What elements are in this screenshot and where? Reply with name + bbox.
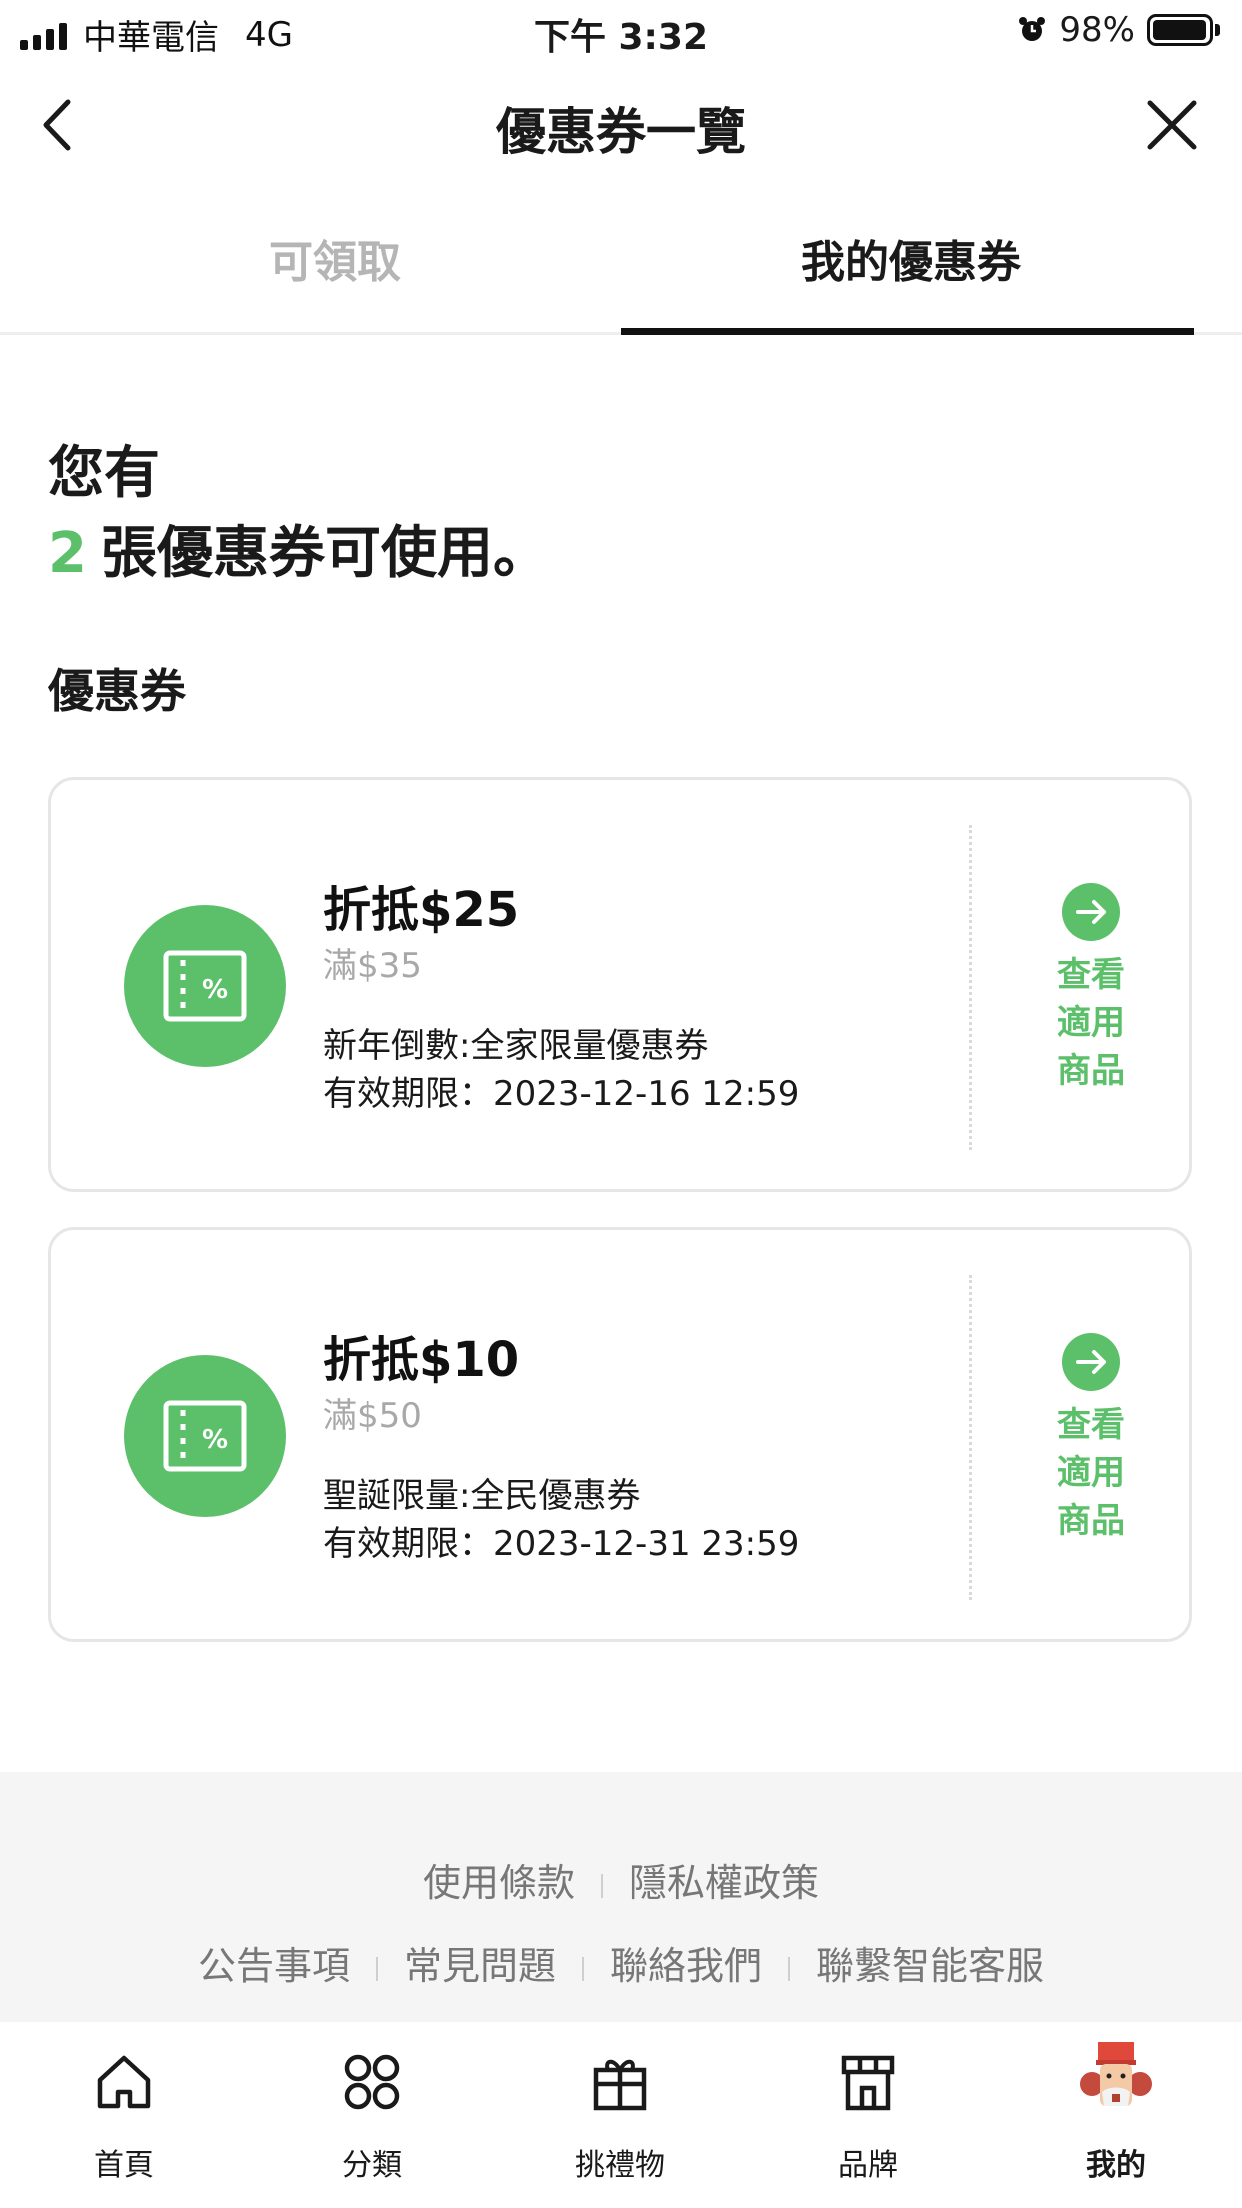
battery-percent: 98% — [1059, 10, 1135, 50]
coupon-min-spend: 滿$50 — [323, 1396, 422, 1436]
gift-icon[interactable] — [590, 2052, 650, 2112]
page-title: 優惠券一覽 — [496, 103, 746, 161]
nav-brand[interactable]: 品牌 — [744, 2022, 992, 2208]
battery-icon — [1147, 14, 1213, 46]
nav-label[interactable]: 挑禮物 — [496, 2140, 744, 2184]
terms-link[interactable]: 使用條款 — [423, 1861, 575, 1905]
footer-separator — [582, 1956, 584, 1981]
store-icon[interactable] — [838, 2052, 898, 2112]
arrow-right-icon[interactable] — [1062, 1333, 1120, 1391]
footer-separator — [601, 1873, 603, 1898]
coupon-percent-icon: % — [124, 905, 286, 1067]
footer-separator — [375, 1956, 378, 1981]
nav-category[interactable]: 分類 — [248, 2022, 496, 2208]
coupon-name: 聖誕限量:全民優惠券 — [323, 1476, 641, 1516]
svg-text:%: % — [202, 1425, 228, 1455]
nav-mine[interactable]: 我的 — [992, 2022, 1240, 2208]
ticket-icon: % — [163, 950, 247, 1022]
summary-suffix: 張優惠券可使用。 — [100, 521, 549, 586]
nutcracker-avatar-icon[interactable] — [1078, 2040, 1154, 2116]
coupon-percent-icon: % — [124, 1355, 286, 1517]
footer: 使用條款 隱私權政策 公告事項 常見問題 聯絡我們 聯繫智能客服 — [0, 1772, 1242, 2022]
ticket-icon: % — [163, 1400, 247, 1472]
coupon-card: % 折抵$25 滿$35 新年倒數:全家限量優惠券 有效期限：2023-12-1… — [48, 777, 1192, 1192]
coupon-expiry: 有效期限：2023-12-31 23:59 — [323, 1524, 800, 1564]
tab-available[interactable]: 可領取 — [45, 190, 625, 332]
coupon-expiry: 有效期限：2023-12-16 12:59 — [323, 1074, 800, 1114]
nav-label[interactable]: 品牌 — [744, 2140, 992, 2184]
view-applicable-products-button[interactable]: 查看 適用 商品 — [1036, 883, 1146, 1095]
card-divider — [969, 825, 972, 1150]
active-tab-indicator — [621, 328, 1194, 335]
tab-my-coupons[interactable]: 我的優惠券 — [621, 190, 1201, 332]
nav-label[interactable]: 首頁 — [0, 2140, 248, 2184]
coupon-card: % 折抵$10 滿$50 聖誕限量:全民優惠券 有效期限：2023-12-31 … — [48, 1227, 1192, 1642]
coupon-amount: 折抵$25 — [323, 882, 520, 938]
coupon-min-spend: 滿$35 — [323, 946, 422, 986]
announcements-link[interactable]: 公告事項 — [198, 1944, 350, 1988]
contact-us-link[interactable]: 聯絡我們 — [610, 1944, 762, 1988]
coupon-amount: 折抵$10 — [323, 1332, 520, 1388]
home-icon[interactable] — [94, 2052, 154, 2112]
status-bar: 中華電信 4G 下午 3:32 98% — [0, 0, 1242, 60]
nav-gift[interactable]: 挑禮物 — [496, 2022, 744, 2208]
summary-heading: 您有 — [48, 441, 160, 506]
nav-label[interactable]: 我的 — [992, 2140, 1240, 2184]
smart-support-link[interactable]: 聯繫智能客服 — [816, 1944, 1044, 1988]
nav-label[interactable]: 分類 — [248, 2140, 496, 2184]
faq-link[interactable]: 常見問題 — [404, 1944, 556, 1988]
footer-links-row: 使用條款 隱私權政策 — [0, 1852, 1242, 1907]
section-title: 優惠券 — [48, 664, 186, 718]
alarm-icon — [1019, 17, 1046, 41]
link-line[interactable]: 適用 — [1036, 999, 1146, 1047]
page-header: 優惠券一覽 — [0, 60, 1242, 190]
link-line[interactable]: 查看 — [1036, 1401, 1146, 1449]
svg-text:%: % — [202, 975, 228, 1005]
battery-cap — [1215, 24, 1220, 36]
tab-bar: 可領取 我的優惠券 — [0, 190, 1242, 335]
nav-home[interactable]: 首頁 — [0, 2022, 248, 2208]
footer-links-row: 公告事項 常見問題 聯絡我們 聯繫智能客服 — [0, 1935, 1242, 1990]
battery-fill — [1153, 20, 1206, 40]
privacy-policy-link[interactable]: 隱私權政策 — [629, 1861, 819, 1905]
bottom-navigation: 首頁 分類 挑禮物 品牌 我的 — [0, 2022, 1242, 2208]
footer-separator — [788, 1956, 791, 1981]
close-icon[interactable] — [1142, 95, 1202, 155]
arrow-right-icon[interactable] — [1062, 883, 1120, 941]
card-divider — [969, 1275, 972, 1600]
link-line[interactable]: 適用 — [1036, 1449, 1146, 1497]
coupon-name: 新年倒數:全家限量優惠券 — [323, 1026, 709, 1066]
summary-count-line: 2 張優惠券可使用。 — [48, 508, 549, 589]
coupon-count: 2 — [48, 521, 87, 586]
link-line[interactable]: 查看 — [1036, 951, 1146, 999]
view-applicable-products-button[interactable]: 查看 適用 商品 — [1036, 1333, 1146, 1545]
status-bar-right: 98% — [1017, 10, 1220, 50]
link-line[interactable]: 商品 — [1036, 1497, 1146, 1545]
link-line[interactable]: 商品 — [1036, 1047, 1146, 1095]
category-icon[interactable] — [342, 2052, 402, 2112]
